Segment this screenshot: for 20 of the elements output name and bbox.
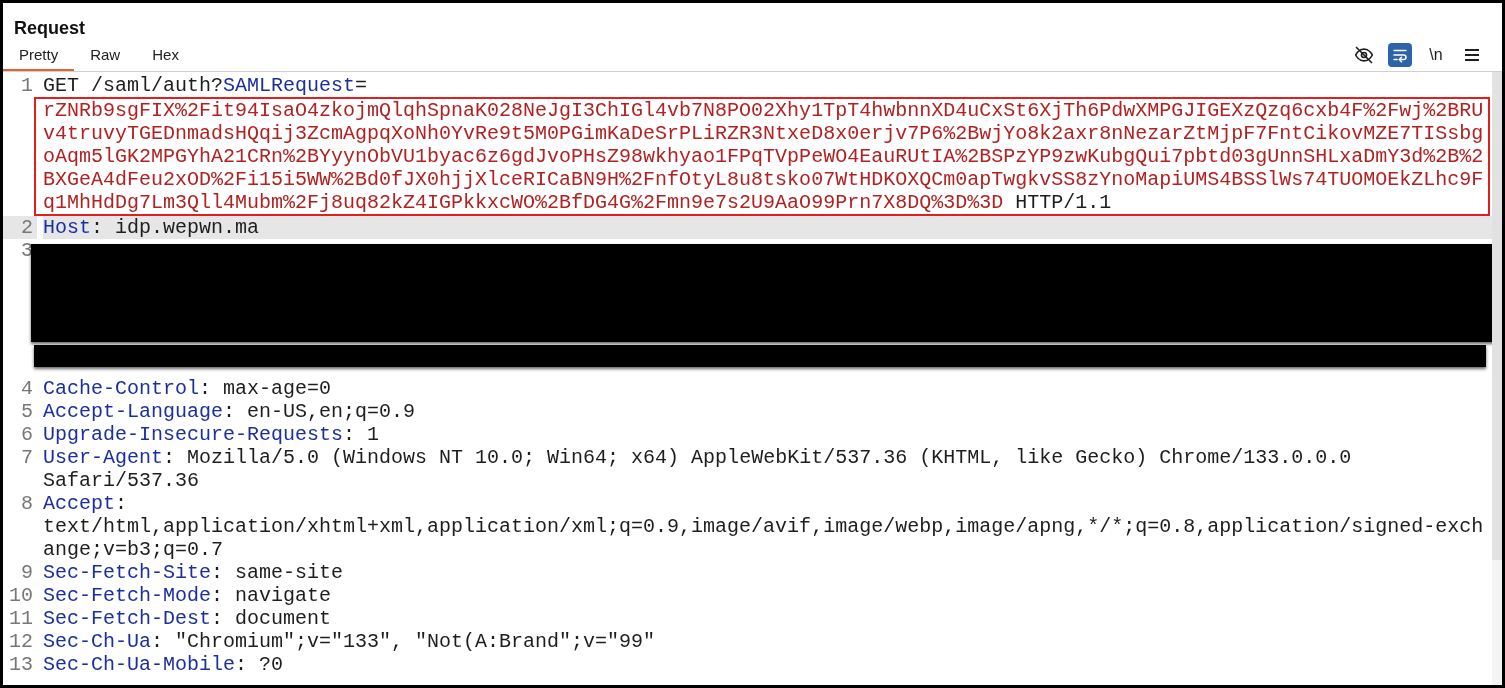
line-number: 10 — [8, 584, 34, 607]
line-number: 11 — [8, 607, 34, 630]
line-number: 4 — [20, 377, 34, 400]
line-number: 3 — [20, 239, 34, 262]
line-number: 13 — [8, 653, 34, 676]
newline-toggle[interactable]: \n — [1424, 43, 1448, 67]
tab[interactable]: Pretty — [3, 42, 75, 71]
word-wrap-icon[interactable] — [1388, 43, 1412, 67]
line-number: 9 — [20, 561, 34, 584]
scrollbar[interactable] — [1492, 72, 1502, 685]
line-number: 5 — [20, 400, 34, 423]
line-number: 12 — [8, 630, 34, 653]
tab[interactable]: Raw — [74, 42, 137, 71]
line-number: 2 — [3, 216, 37, 239]
tab[interactable]: Hex — [136, 42, 195, 71]
line-number: 7 — [20, 446, 34, 469]
line-number: 8 — [20, 492, 34, 515]
line-number: 1 — [20, 74, 34, 97]
line-number: 6 — [20, 423, 34, 446]
panel-title: Request — [13, 17, 86, 40]
